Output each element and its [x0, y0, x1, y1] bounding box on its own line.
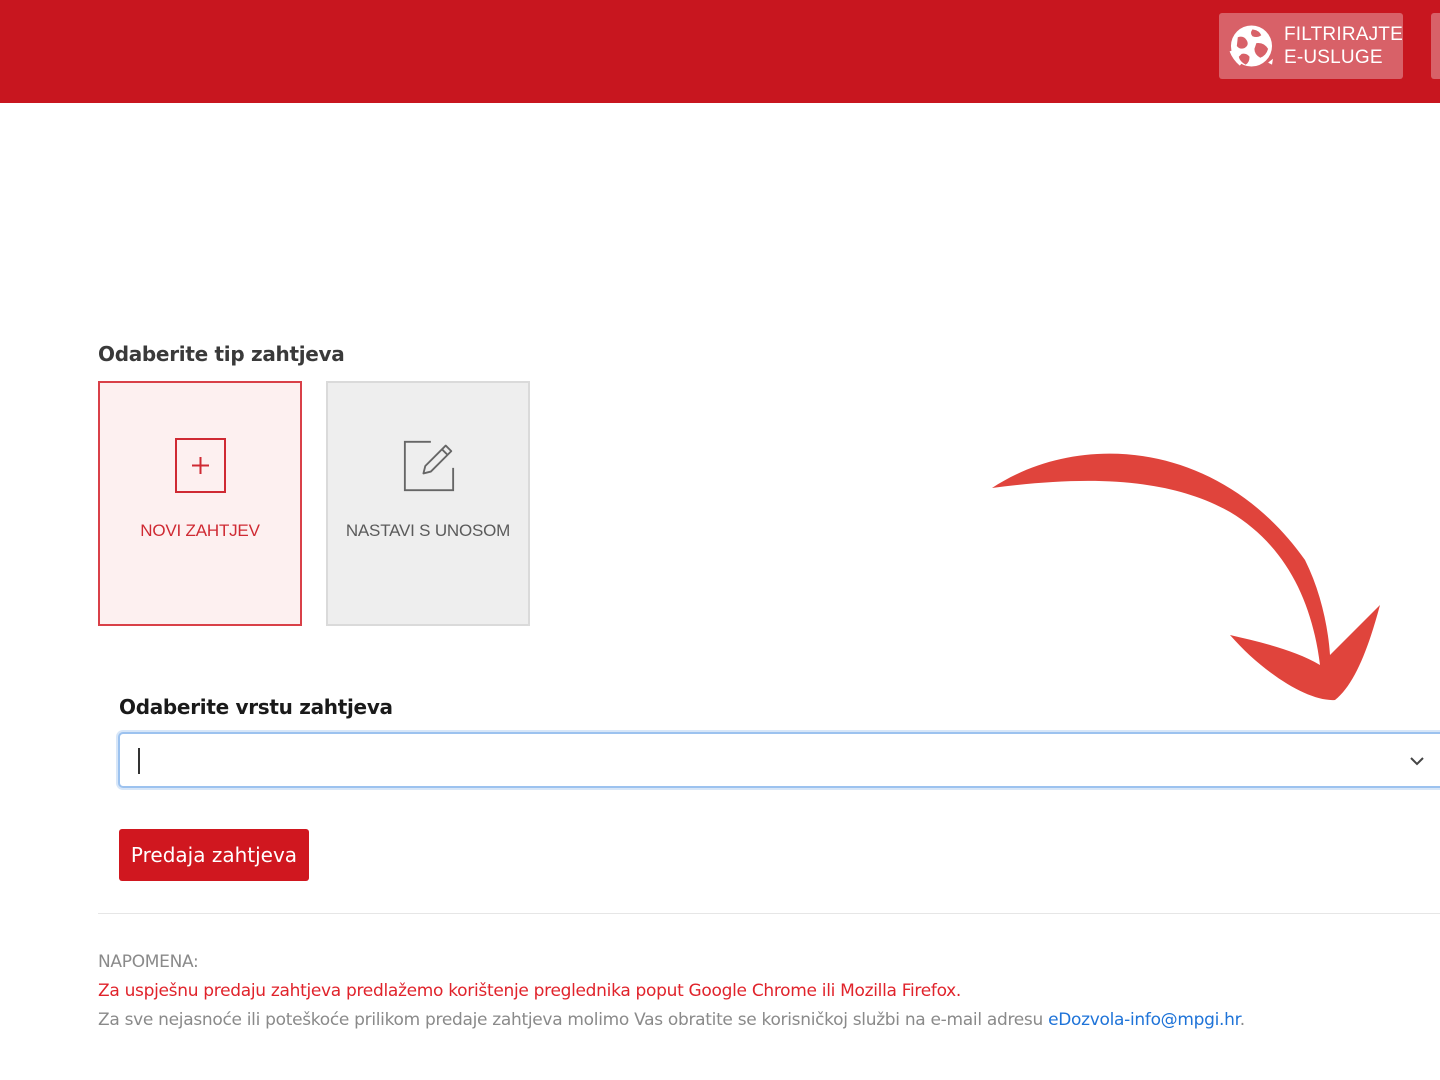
browser-tip: Za uspješnu predaju zahtjeva predlažemo …: [98, 981, 962, 1001]
divider: [98, 913, 1440, 914]
filter-e-services-button[interactable]: FILTRIRAJTE E-USLUGE: [1219, 13, 1403, 79]
support-text: Za sve nejasnoće ili poteškoće prilikom …: [98, 1010, 1049, 1030]
request-kind-label: Odaberite vrstu zahtjeva: [119, 695, 393, 719]
request-kind-select[interactable]: [118, 732, 1440, 788]
submit-request-button[interactable]: Predaja zahtjeva: [119, 829, 309, 881]
header-button-partial[interactable]: [1431, 13, 1440, 79]
chevron-down-icon[interactable]: [1410, 754, 1424, 768]
globe-icon: [1229, 25, 1273, 67]
tile-continue-label: NASTAVI S UNOSOM: [345, 521, 511, 540]
tile-continue-entry[interactable]: NASTAVI S UNOSOM: [326, 381, 530, 626]
top-header-bar: FILTRIRAJTE E-USLUGE: [0, 0, 1440, 103]
note-title: NAPOMENA:: [98, 952, 199, 972]
red-curved-arrow-icon: [992, 453, 1380, 701]
request-type-title: Odaberite tip zahtjeva: [98, 342, 345, 366]
support-email-link[interactable]: eDozvola-info@mpgi.hr: [1048, 1010, 1240, 1030]
support-trailing: .: [1239, 1010, 1245, 1030]
plus-square-icon: [175, 438, 226, 493]
filter-button-label: FILTRIRAJTE E-USLUGE: [1283, 24, 1403, 68]
support-note: Za sve nejasnoće ili poteškoće prilikom …: [98, 1010, 1245, 1030]
edit-icon: [403, 440, 455, 492]
text-cursor: [138, 748, 140, 774]
tile-new-request[interactable]: NOVI ZAHTJEV: [98, 381, 302, 626]
tile-new-request-label: NOVI ZAHTJEV: [140, 521, 260, 540]
